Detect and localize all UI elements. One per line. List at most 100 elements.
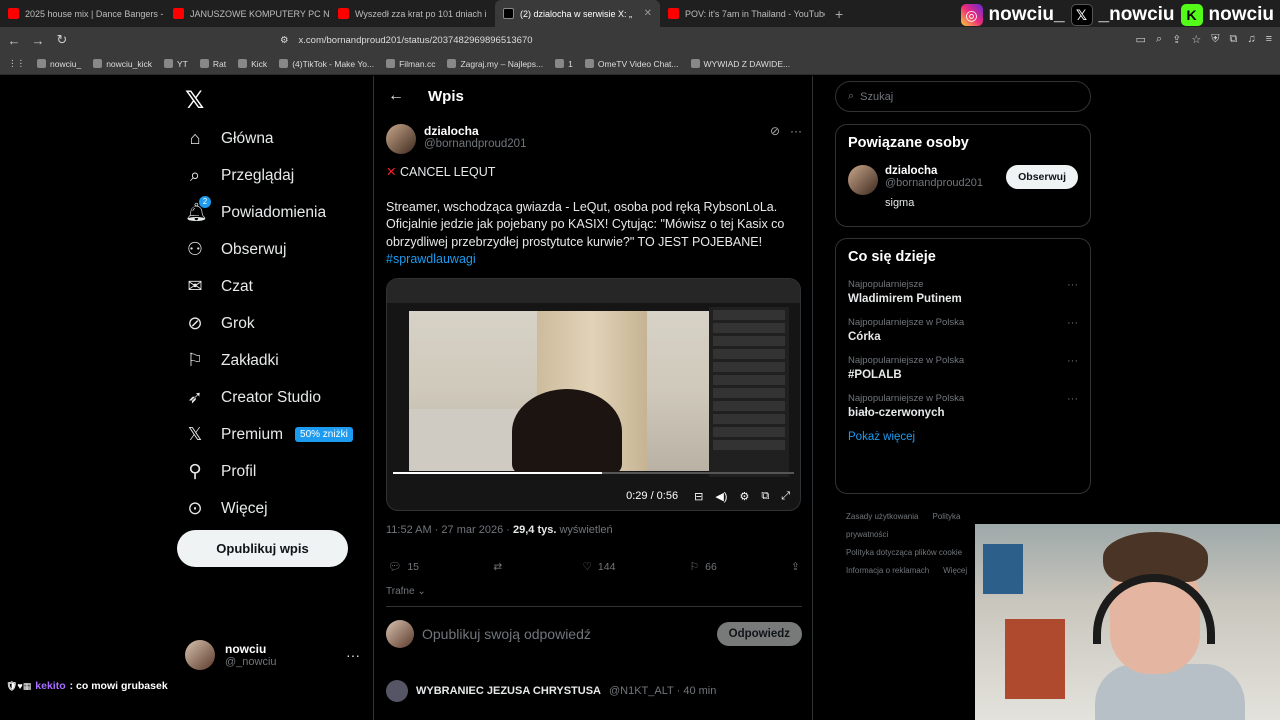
sidebar-item-creator-studio[interactable]: ➶ Creator Studio <box>185 379 353 416</box>
browser-tab[interactable]: JANUSZOWE KOMPUTERY PC Niemie <box>165 0 330 27</box>
forward-icon[interactable]: → <box>28 33 48 48</box>
bookmark-icon <box>584 59 594 68</box>
site-info-icon[interactable]: ⚙ <box>280 35 289 46</box>
brave-shield-icon[interactable]: ⛨ <box>1211 33 1219 46</box>
bookmark[interactable]: 1 <box>555 59 573 69</box>
x-logo-icon[interactable]: 𝕏 <box>185 86 204 115</box>
back-arrow-icon[interactable]: ← <box>388 87 404 105</box>
pip-icon[interactable]: ⧉ <box>761 490 769 503</box>
reply-button[interactable]: Odpowiedz <box>716 622 802 646</box>
sidebar-item-premium[interactable]: 𝕏 Premium 50% zniżki <box>185 416 353 453</box>
trends-title: Co się dzieje <box>848 249 936 265</box>
bookmark[interactable]: OmeTV Video Chat... <box>584 59 679 69</box>
browser-tab[interactable]: Wyszedł zza krat po 101 dniach i <box>330 0 495 27</box>
close-icon[interactable]: ✕ <box>644 8 652 19</box>
sidebar-item-explore[interactable]: ⌕ Przeglądaj <box>185 157 353 194</box>
sidebar-item-bookmarks[interactable]: ⚐ Zakładki <box>185 342 353 379</box>
share-action[interactable]: ⇪ <box>791 560 800 573</box>
menu-icon[interactable]: ≡ <box>1266 33 1272 46</box>
sidebar-item-profile[interactable]: ⚲ Profil <box>185 453 353 490</box>
webcam-shelf <box>1005 619 1065 699</box>
more-icon[interactable]: ··· <box>1067 279 1078 291</box>
sidebar-item-more[interactable]: ⊙ Więcej <box>185 490 353 527</box>
zoom-icon[interactable]: ⌕ <box>1156 33 1162 46</box>
like-action[interactable]: ♡ 144 <box>582 560 615 573</box>
retweet-action[interactable]: ⇄ <box>493 560 508 573</box>
bookmark-icon <box>37 59 46 68</box>
heart-icon: ♡ <box>582 560 592 573</box>
trend-item[interactable]: Najpopularniejsze w Polska biało-czerwony… <box>848 393 1078 419</box>
video-player[interactable]: 0:29 / 0:56 ⊟ ◀) ⚙ ⧉ ⤢ <box>386 278 801 511</box>
trend-item[interactable]: Najpopularniejsze Wladimirem Putinem ··· <box>848 279 1078 305</box>
rocket-icon: ➶ <box>187 387 203 407</box>
bookmark[interactable]: Zagraj.my – Najleps... <box>447 59 543 69</box>
bookmark-icon <box>386 59 396 68</box>
star-icon[interactable]: ☆ <box>1191 33 1201 46</box>
bookmark[interactable]: Kick <box>238 59 267 69</box>
divider <box>386 606 802 607</box>
grok-icon[interactable]: ⊘ <box>770 124 780 154</box>
trend-item[interactable]: Najpopularniejsze w Polska #POLALB ··· <box>848 355 1078 381</box>
video-progress-bar[interactable] <box>393 472 794 474</box>
show-more-link[interactable]: Pokaż więcej <box>848 431 1078 443</box>
reply-action[interactable]: 💬︎ 15 <box>388 560 419 574</box>
reply-composer: Opublikuj swoją odpowiedź Odpowiedz <box>386 620 802 648</box>
new-tab-button[interactable]: + <box>825 6 853 22</box>
url-field[interactable]: ⚙ x.com/bornandproud201/status/203748296… <box>280 31 1000 49</box>
sidebar-item-home[interactable]: ⌂ Główna <box>185 120 353 157</box>
account-switcher[interactable]: nowciu @_nowciu ··· <box>185 640 360 670</box>
bookmark-action[interactable]: ⚐ 66 <box>690 560 717 573</box>
avatar[interactable] <box>848 165 878 195</box>
reply-preview[interactable]: WYBRANIEC JEZUSA CHRYSTUSA @N1KT_ALT · 4… <box>386 680 802 702</box>
sidebar-item-chat[interactable]: ✉ Czat <box>185 268 353 305</box>
extensions-icon[interactable]: ⧉ <box>1229 33 1237 46</box>
browser-tab[interactable]: 2025 house mix | Dance Bangers - Yo <box>0 0 165 27</box>
bookmark[interactable]: nowciu_ <box>37 59 81 69</box>
browser-toolbar-icons: ▭ ⌕ ⇪ ☆ ⛨ ⧉ ♫ ≡ <box>1136 33 1272 46</box>
avatar[interactable] <box>386 124 416 154</box>
author-handle[interactable]: @bornandproud201 <box>424 138 526 150</box>
reply-sort-dropdown[interactable]: Trafne ⌄ <box>386 586 426 597</box>
bookmark[interactable]: Filman.cc <box>386 59 435 69</box>
fullscreen-icon[interactable]: ⤢ <box>781 490 790 503</box>
video-content-browser-bar <box>387 279 800 303</box>
bookmark[interactable]: YT <box>164 59 188 69</box>
bookmark[interactable]: nowciu_kick <box>93 59 152 69</box>
music-icon[interactable]: ♫ <box>1247 33 1255 46</box>
follow-button[interactable]: Obserwuj <box>1006 165 1078 189</box>
person-icon: ⚲ <box>188 461 202 481</box>
reload-icon[interactable]: ↻ <box>52 32 72 48</box>
video-controls: 0:29 / 0:56 ⊟ ◀) ⚙ ⧉ ⤢ <box>387 484 800 508</box>
sidebar-item-notifications[interactable]: 🔔︎ 2 Powiadomienia <box>185 194 353 231</box>
back-icon[interactable]: ← <box>4 33 24 48</box>
trend-item[interactable]: Najpopularniejsze w Polska Córka ··· <box>848 317 1078 343</box>
sidebar-item-follow[interactable]: ⚇ Obserwuj <box>185 231 353 268</box>
more-icon[interactable]: ··· <box>346 647 360 663</box>
settings-icon[interactable]: ⚙ <box>739 490 749 503</box>
search-input[interactable]: ⌕ Szukaj <box>835 81 1091 112</box>
bookmark[interactable]: (4)TikTok - Make Yo... <box>279 59 374 69</box>
bookmark[interactable]: Rat <box>199 59 226 69</box>
more-icon[interactable]: ··· <box>1067 355 1078 367</box>
browser-tab-active[interactable]: (2) dzialocha w serwisie X: „ ✕ <box>495 0 660 27</box>
x-icon <box>503 8 514 19</box>
post-button[interactable]: Opublikuj wpis <box>177 530 348 567</box>
chat-text: : co mowi grubasek <box>69 680 168 692</box>
apps-icon[interactable]: ⋮⋮ <box>8 58 25 69</box>
author-name[interactable]: dzialocha <box>424 124 526 138</box>
hashtag-link[interactable]: #sprawdlauwagi <box>386 252 476 266</box>
bookmark[interactable]: WYWIAD Z DAWIDE... <box>690 59 790 69</box>
reply-input[interactable]: Opublikuj swoją odpowiedź <box>422 626 591 642</box>
share-icon[interactable]: ⇪ <box>1172 33 1181 46</box>
browser-tab[interactable]: POV: it's 7am in Thailand - YouTube <box>660 0 825 27</box>
more-icon[interactable]: ··· <box>1067 393 1078 405</box>
more-icon[interactable]: ··· <box>790 124 802 154</box>
sidebar-item-grok[interactable]: ⊘ Grok <box>185 305 353 342</box>
youtube-icon <box>668 8 679 19</box>
volume-icon[interactable]: ◀) <box>715 490 727 503</box>
more-icon[interactable]: ··· <box>1067 317 1078 329</box>
captions-icon[interactable]: ⊟ <box>694 490 703 503</box>
trends-card: Co się dzieje Najpopularniejsze Wladimire… <box>835 238 1091 494</box>
bookmark-icon <box>199 59 209 68</box>
cast-icon[interactable]: ▭ <box>1136 33 1146 46</box>
